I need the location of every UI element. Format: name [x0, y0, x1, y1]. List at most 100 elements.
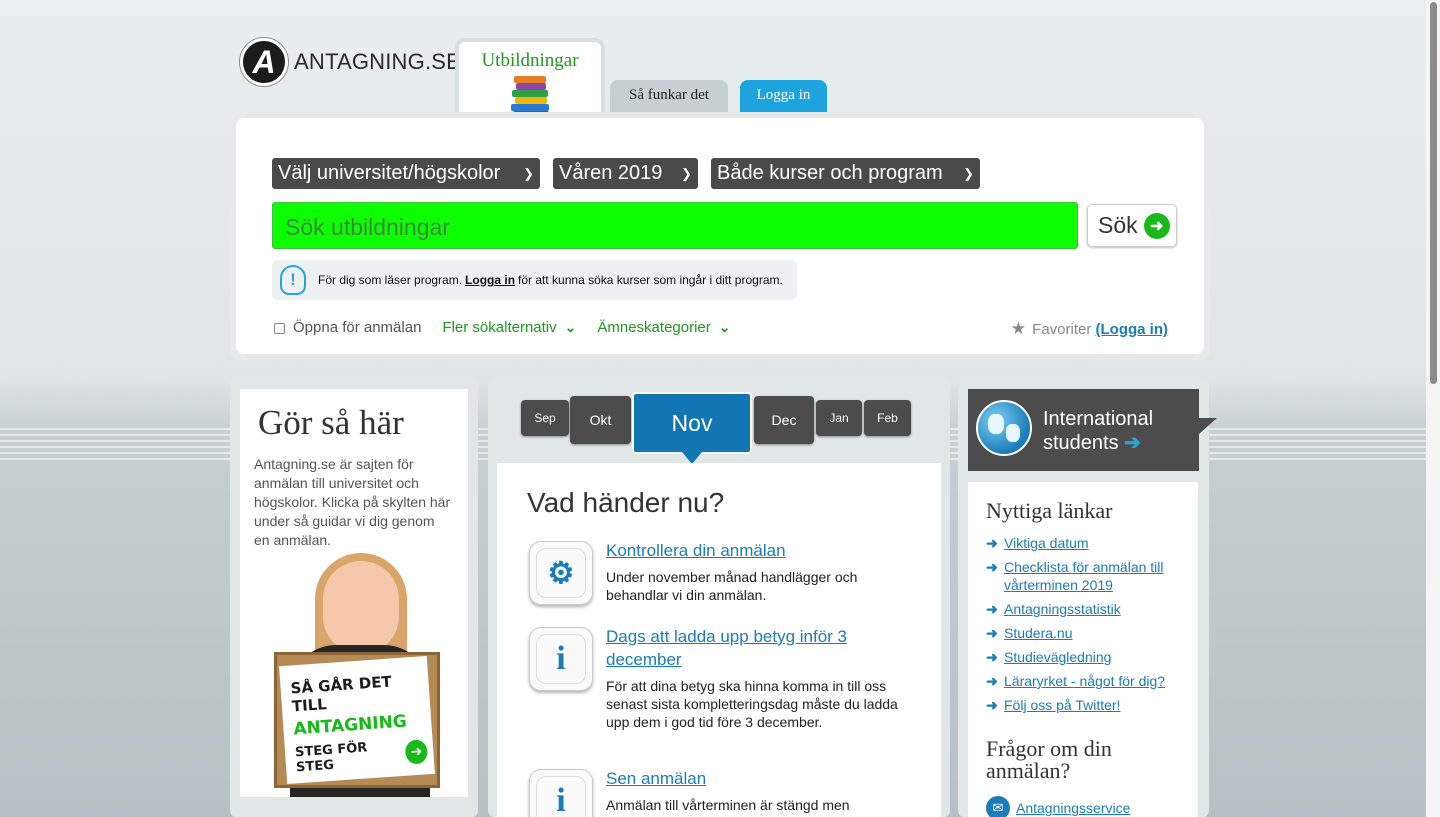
- questions-title: Frågor om din anmälan?: [986, 736, 1112, 783]
- guide-title: Gör så här: [258, 403, 404, 442]
- sign-line-3: STEG FÖR STEG ➜: [295, 736, 429, 775]
- more-search-options-toggle[interactable]: Fler sökalternativ ⌄: [442, 319, 576, 336]
- search-options: Öppna för anmälan Fler sökalternativ ⌄ Ä…: [274, 319, 731, 336]
- arrow-right-icon: ➜: [1143, 212, 1170, 239]
- chevron-down-icon: ❯: [681, 166, 692, 181]
- link-lararyrket[interactable]: Läraryrket - något för dig?: [1004, 672, 1165, 690]
- tab-utbildningar-label: Utbildningar: [481, 50, 579, 71]
- subject-categories-toggle[interactable]: Ämneskategorier ⌄: [597, 319, 730, 336]
- lightbulb-icon: !: [280, 265, 306, 295]
- search-panel-inner: Välj universitet/högskolor ❯ Våren 2019 …: [236, 118, 1204, 354]
- list-item: ➜ Följ oss på Twitter!: [986, 696, 1186, 714]
- chevron-down-icon: ❯: [963, 166, 974, 181]
- open-for-application-checkbox[interactable]: [274, 323, 285, 334]
- guide-sign[interactable]: SÅ GÅR DET TILL ANTAGNING STEG FÖR STEG …: [274, 652, 440, 788]
- site-logo[interactable]: A ANTAGNING.SE: [240, 38, 461, 86]
- arrow-right-icon: ➔: [1124, 432, 1141, 454]
- guide-text: Antagning.se är sajten för anmälan till …: [254, 456, 451, 548]
- international-students-text: International students ➔: [1043, 408, 1154, 454]
- type-select-value: Både kurser och program: [717, 162, 943, 184]
- arrow-right-icon: ➜: [986, 559, 998, 575]
- month-tab-dec[interactable]: Dec: [754, 396, 814, 444]
- list-item: ➜ Studievägledning: [986, 648, 1186, 666]
- scrollbar-thumb[interactable]: [1430, 2, 1437, 384]
- university-select[interactable]: Välj universitet/högskolor ❯: [272, 158, 540, 189]
- info-login-link[interactable]: Logga in: [465, 273, 515, 287]
- logo-emblem: A: [240, 38, 288, 86]
- more-search-options-label: Fler sökalternativ: [442, 319, 557, 336]
- international-students-banner[interactable]: International students ➔: [968, 389, 1199, 471]
- info-icon: i: [529, 769, 593, 817]
- arrow-right-icon: ➜: [404, 739, 429, 765]
- arrow-right-icon: ➜: [986, 697, 998, 713]
- link-checklista[interactable]: Checklista för anmälan till vårterminen …: [1004, 558, 1186, 594]
- arrow-right-icon: ➜: [986, 673, 998, 689]
- search-button[interactable]: Sök ➜: [1087, 204, 1177, 247]
- list-item: ➜ Antagningsstatistik: [986, 600, 1186, 618]
- news-item-text: Anmälan till vårterminen är stängd men: [606, 797, 850, 813]
- service-row: ✉ Antagningsservice: [986, 796, 1130, 817]
- scrollbar[interactable]: [1426, 0, 1440, 817]
- logo-text: ANTAGNING.SE: [294, 49, 462, 74]
- useful-links-title: Nyttiga länkar: [986, 498, 1113, 523]
- list-item: ➜ Läraryrket - något för dig?: [986, 672, 1186, 690]
- favorites-label: Favoriter: [1032, 321, 1092, 338]
- tab-utbildningar[interactable]: Utbildningar: [455, 38, 605, 120]
- news-item-title[interactable]: Dags att ladda upp betyg inför 3 decembe…: [606, 625, 906, 671]
- gears-icon: ⚙: [529, 541, 593, 605]
- whats-next-card: Vad händer nu? ⚙ Kontrollera din anmälan…: [497, 463, 941, 817]
- month-tab-feb[interactable]: Feb: [864, 400, 911, 436]
- link-twitter[interactable]: Följ oss på Twitter!: [1004, 696, 1120, 714]
- arrow-right-icon: ➜: [986, 649, 998, 665]
- guide-card: Gör så här Antagning.se är sajten för an…: [240, 389, 468, 797]
- banner-flap: [1199, 418, 1217, 434]
- useful-links-card: Nyttiga länkar ➜ Viktiga datum ➜ Checklist…: [968, 482, 1198, 817]
- search-panel: Välj universitet/högskolor ❯ Våren 2019 …: [230, 112, 1210, 360]
- month-tab-jan[interactable]: Jan: [816, 400, 862, 436]
- search-input[interactable]: Sök utbildningar: [272, 202, 1078, 249]
- favorites-login-link[interactable]: (Logga in): [1096, 321, 1168, 338]
- mail-icon: ✉: [986, 796, 1010, 817]
- month-tab-okt[interactable]: Okt: [570, 396, 631, 444]
- month-tab-nov[interactable]: Nov: [632, 392, 752, 454]
- subject-categories-label: Ämneskategorier: [597, 319, 711, 336]
- star-icon: ★: [1010, 319, 1026, 338]
- sign-line-1: SÅ GÅR DET TILL: [290, 672, 393, 716]
- term-select[interactable]: Våren 2019 ❯: [553, 158, 698, 189]
- link-studievagledning[interactable]: Studievägledning: [1004, 648, 1111, 666]
- antagningsservice-link[interactable]: Antagningsservice: [1016, 800, 1130, 816]
- chevron-down-icon: ⌄: [718, 319, 731, 335]
- month-tab-sep[interactable]: Sep: [521, 400, 569, 436]
- type-select[interactable]: Både kurser och program ❯: [711, 158, 980, 189]
- term-select-value: Våren 2019: [559, 162, 663, 184]
- globe-icon: [976, 400, 1032, 456]
- person-face: [323, 561, 399, 653]
- info-icon: i: [529, 627, 593, 691]
- arrow-right-icon: ➜: [986, 625, 998, 641]
- news-item-text: För att dina betyg ska hinna komma in ti…: [606, 678, 898, 730]
- list-item: ➜ Studera.nu: [986, 624, 1186, 642]
- university-select-value: Välj universitet/högskolor: [278, 162, 501, 184]
- chevron-down-icon: ⌄: [564, 319, 577, 335]
- program-info-notice: ! För dig som läser program. Logga in fö…: [272, 260, 797, 300]
- news-item-title[interactable]: Kontrollera din anmälan: [606, 539, 906, 562]
- search-button-label: Sök: [1098, 212, 1138, 238]
- link-antagningsstatistik[interactable]: Antagningsstatistik: [1004, 600, 1121, 618]
- arrow-right-icon: ➜: [986, 535, 998, 551]
- info-text-before: För dig som läser program.: [318, 273, 463, 287]
- link-studera-nu[interactable]: Studera.nu: [1004, 624, 1073, 642]
- useful-links-list: ➜ Viktiga datum ➜ Checklista för anmälan t…: [986, 534, 1186, 720]
- news-item-title[interactable]: Sen anmälan: [606, 767, 906, 790]
- open-for-application-label: Öppna för anmälan: [293, 319, 422, 336]
- sign-line-2: ANTAGNING: [292, 711, 408, 740]
- chevron-down-icon: ❯: [523, 166, 534, 181]
- news-item-text: Under november månad handlägger och beha…: [606, 569, 858, 603]
- favorites: ★ Favoriter (Logga in): [1011, 319, 1168, 339]
- link-viktiga-datum[interactable]: Viktiga datum: [1004, 534, 1089, 552]
- list-item: ➜ Viktiga datum: [986, 534, 1186, 552]
- info-text-after: för att kunna söka kurser som ingår i di…: [518, 273, 783, 287]
- whats-next-title: Vad händer nu?: [527, 487, 725, 518]
- guide-sign-board: SÅ GÅR DET TILL ANTAGNING STEG FÖR STEG …: [279, 655, 435, 785]
- arrow-right-icon: ➜: [986, 601, 998, 617]
- list-item: ➜ Checklista för anmälan till vårterminen…: [986, 558, 1186, 594]
